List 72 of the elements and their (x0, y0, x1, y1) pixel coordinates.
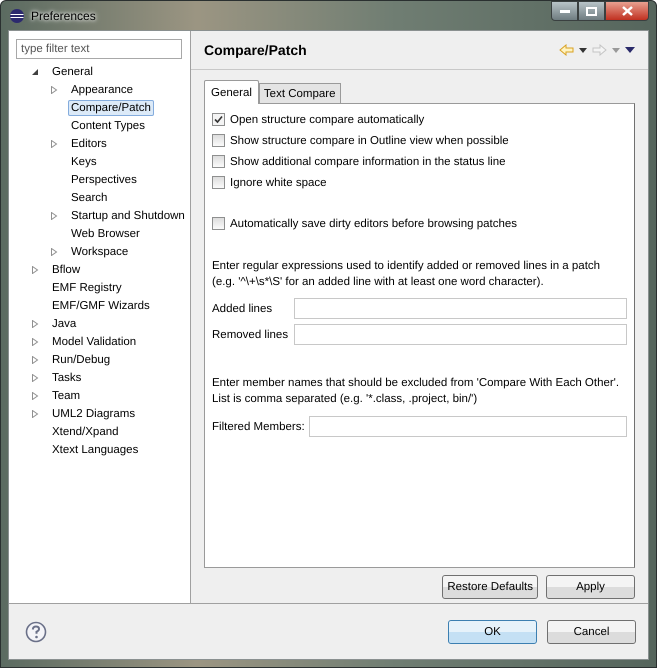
collapsed-triangle-icon[interactable] (31, 410, 39, 418)
menu-arrow-icon[interactable] (625, 47, 635, 53)
collapsed-triangle-icon[interactable] (50, 212, 58, 220)
minimize-button[interactable] (551, 1, 578, 21)
tree-item[interactable]: Java (49, 316, 80, 332)
tree-item[interactable]: Xtend/Xpand (49, 424, 122, 440)
filter-field[interactable]: type filter text (16, 39, 182, 59)
page-title: Compare/Patch (204, 42, 307, 58)
field-label: Filtered Members: (212, 420, 305, 432)
tree-item[interactable]: Compare/Patch (68, 100, 154, 116)
tree-item[interactable]: Tasks (49, 370, 84, 386)
checkbox-label: Show additional compare information in the status line (230, 156, 506, 168)
checkbox-label: Show structure compare in Outline view when possible (230, 134, 509, 146)
input-field[interactable] (308, 416, 627, 437)
collapsed-triangle-icon[interactable] (50, 248, 58, 256)
dialog-button[interactable]: Restore Defaults (442, 575, 538, 599)
tree-item[interactable]: Xtext Languages (49, 442, 142, 458)
tree-item[interactable]: Appearance (68, 82, 136, 98)
checkbox[interactable] (212, 217, 225, 230)
checkbox-label: Automatically save dirty editors before browsing patches (230, 218, 518, 230)
dialog-button[interactable]: Cancel (547, 620, 636, 644)
tab[interactable]: General (204, 80, 259, 104)
checkbox-label: Open structure compare automatically (230, 114, 424, 126)
field-label: Removed lines (212, 328, 290, 340)
tree-item[interactable]: Workspace (68, 244, 132, 260)
description-text: Enter regular expressions used to identify added or removed lines in a patch (e.g. '^\+\s*\S' for an added line with at least one word character). (212, 259, 602, 290)
field-label: Added lines (212, 302, 274, 314)
input-field[interactable] (294, 298, 627, 319)
tree-item[interactable]: Web Browser (68, 226, 143, 242)
collapsed-triangle-icon[interactable] (31, 392, 39, 400)
close-icon (622, 6, 632, 16)
help-icon[interactable] (25, 620, 47, 642)
checkbox[interactable] (212, 155, 225, 168)
checkbox-label: Ignore white space (230, 176, 327, 188)
globe-icon (9, 8, 25, 24)
input-field[interactable] (294, 324, 627, 345)
checkbox[interactable] (212, 176, 225, 189)
tree-item[interactable]: Editors (68, 136, 110, 152)
collapsed-triangle-icon[interactable] (31, 374, 39, 382)
tree-item[interactable]: Search (68, 190, 110, 206)
tree-item[interactable]: Team (49, 388, 84, 404)
dropdown-arrow-icon[interactable] (579, 48, 587, 52)
maximize-icon (586, 6, 597, 16)
collapsed-triangle-icon[interactable] (50, 140, 58, 148)
close-button[interactable] (605, 1, 649, 21)
dialog-button[interactable]: Apply (546, 575, 635, 599)
tree-item[interactable]: EMF/GMF Wizards (49, 298, 153, 314)
tab[interactable]: Text Compare (258, 83, 341, 103)
maximize-button[interactable] (578, 1, 605, 21)
tree-item[interactable]: EMF Registry (49, 280, 125, 296)
tree-item[interactable]: Model Validation (49, 334, 140, 350)
checkbox[interactable] (212, 113, 225, 126)
back-arrow-icon[interactable] (559, 44, 574, 56)
tree-item[interactable]: Bflow (49, 262, 84, 278)
tree-item[interactable]: Run/Debug (49, 352, 114, 368)
collapsed-triangle-icon[interactable] (31, 338, 39, 346)
minimize-icon (560, 10, 570, 12)
tree-item[interactable]: Content Types (68, 118, 148, 134)
dialog-button[interactable]: OK (448, 620, 537, 644)
collapsed-triangle-icon[interactable] (31, 266, 39, 274)
collapsed-triangle-icon[interactable] (31, 320, 39, 328)
tree-item[interactable]: UML2 Diagrams (49, 406, 138, 422)
collapsed-triangle-icon[interactable] (50, 86, 58, 94)
tree-item[interactable]: Perspectives (68, 172, 140, 188)
collapsed-triangle-icon[interactable] (31, 356, 39, 364)
expanded-triangle-icon[interactable] (31, 68, 39, 76)
tree-item[interactable]: Keys (68, 154, 100, 170)
tree-item[interactable]: Startup and Shutdown (68, 208, 188, 224)
window-title: Preferences (31, 8, 96, 22)
checkbox[interactable] (212, 134, 225, 147)
description-text: Enter member names that should be excluded from 'Compare With Each Other'. List is comma separated (e.g. '*.class, .project, bin/') (212, 376, 620, 407)
tree-item[interactable]: General (49, 64, 96, 80)
